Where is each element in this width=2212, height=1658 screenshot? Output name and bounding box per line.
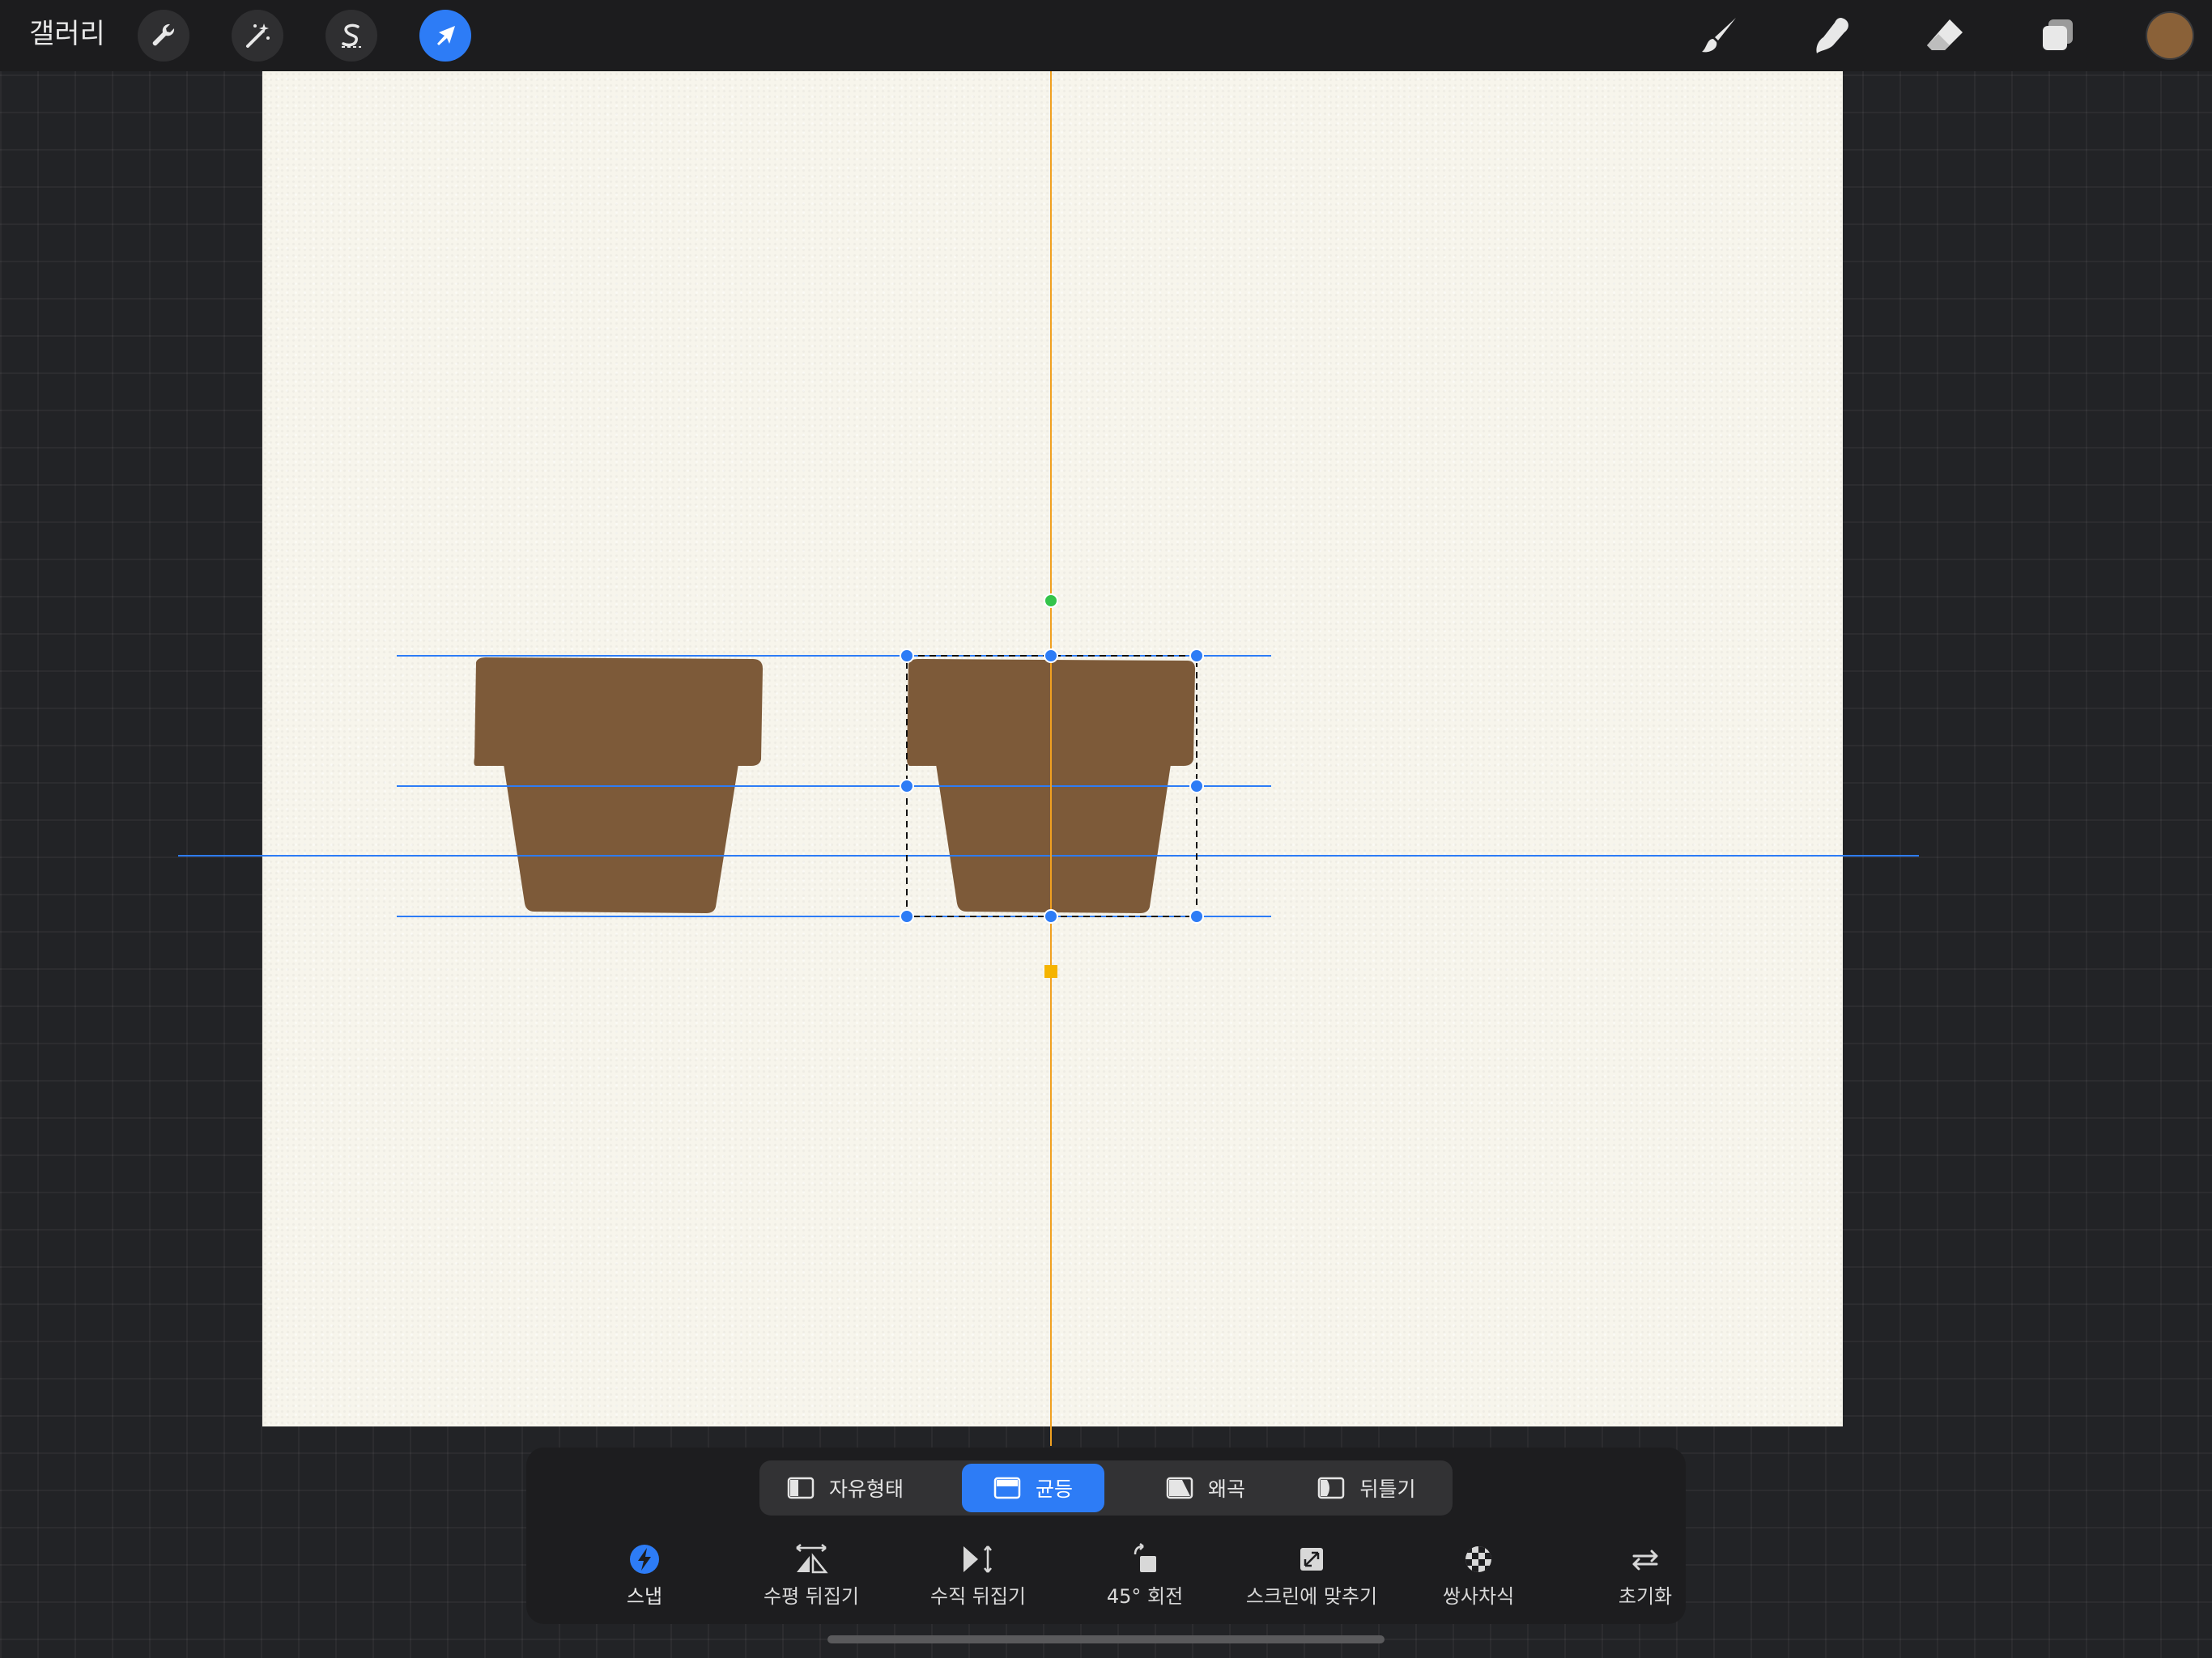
smudge-tool[interactable] <box>1806 10 1857 62</box>
selection-s-icon <box>342 23 361 48</box>
transform-mode-segmented-control: 자유형태 균등 왜곡 뒤틀기 <box>759 1460 1453 1516</box>
fit-to-screen-icon <box>1300 1548 1323 1571</box>
brush-tool[interactable] <box>1694 10 1746 62</box>
current-color-swatch[interactable] <box>2147 13 2193 58</box>
reset-label: 초기화 <box>1618 1585 1673 1608</box>
layers-tool[interactable] <box>2032 10 2084 62</box>
transform-panel: 자유형태 균등 왜곡 뒤틀기 스냅 수평 뒤집기 수직 뒤집기 45° 회전 스… <box>526 1448 1686 1624</box>
flip-vertical-button[interactable]: 수직 뒤집기 <box>897 1543 1059 1609</box>
top-toolbar: 갤러리 <box>0 0 2212 71</box>
mode-uniform-label: 균등 <box>1035 1477 1073 1501</box>
snap-label: 스냅 <box>626 1585 663 1608</box>
magic-wand-icon <box>246 23 270 48</box>
adjustments-button[interactable] <box>232 10 283 62</box>
snap-button[interactable]: 스냅 <box>564 1543 725 1609</box>
rotate-45-icon <box>1134 1543 1156 1572</box>
warp-icon <box>1318 1477 1345 1499</box>
brush-icon <box>1702 18 1736 53</box>
mode-freeform[interactable]: 자유형태 <box>772 1464 918 1512</box>
mode-uniform[interactable]: 균등 <box>962 1464 1104 1512</box>
reset-button[interactable]: 초기화 <box>1564 1543 1726 1609</box>
gallery-button[interactable]: 갤러리 <box>29 16 105 52</box>
smudge-finger-icon <box>1816 18 1848 53</box>
flip-horizontal-label: 수평 뒤집기 <box>763 1585 860 1608</box>
rotate-45-label: 45° 회전 <box>1106 1585 1184 1608</box>
flip-vertical-label: 수직 뒤집기 <box>929 1585 1027 1608</box>
reset-arrows-icon <box>1632 1550 1658 1571</box>
uniform-icon <box>993 1477 1021 1499</box>
transform-button[interactable] <box>419 10 471 62</box>
fit-to-screen-label: 스크린에 맞추기 <box>1245 1585 1378 1608</box>
snap-lightning-icon <box>630 1545 659 1574</box>
flip-horizontal-button[interactable]: 수평 뒤집기 <box>730 1543 892 1609</box>
drawing-canvas[interactable] <box>262 71 1843 1426</box>
home-indicator[interactable] <box>827 1635 1385 1643</box>
mode-warp[interactable]: 뒤틀기 <box>1294 1464 1440 1512</box>
arrow-cursor-icon <box>437 26 455 45</box>
mode-distort[interactable]: 왜곡 <box>1138 1464 1273 1512</box>
eraser-tool[interactable] <box>1919 10 1971 62</box>
flip-horizontal-icon <box>796 1544 828 1574</box>
wrench-icon <box>152 23 175 46</box>
mode-freeform-label: 자유형태 <box>828 1477 904 1501</box>
distort-icon <box>1166 1477 1193 1499</box>
interpolation-button[interactable]: 쌍사차식 <box>1397 1543 1559 1609</box>
interpolation-label: 쌍사차식 <box>1442 1585 1515 1608</box>
selection-button[interactable] <box>325 10 377 62</box>
fit-to-screen-button[interactable]: 스크린에 맞추기 <box>1231 1543 1393 1609</box>
mode-distort-label: 왜곡 <box>1207 1477 1245 1501</box>
rotate-45-button[interactable]: 45° 회전 <box>1064 1543 1226 1609</box>
freeform-icon <box>787 1477 815 1499</box>
eraser-icon <box>1927 19 1963 50</box>
mode-warp-label: 뒤틀기 <box>1359 1477 1416 1501</box>
layers-icon <box>2043 19 2073 50</box>
actions-wrench-button[interactable] <box>138 10 189 62</box>
interpolation-checker-icon <box>1465 1546 1491 1572</box>
flip-vertical-icon <box>963 1545 992 1573</box>
